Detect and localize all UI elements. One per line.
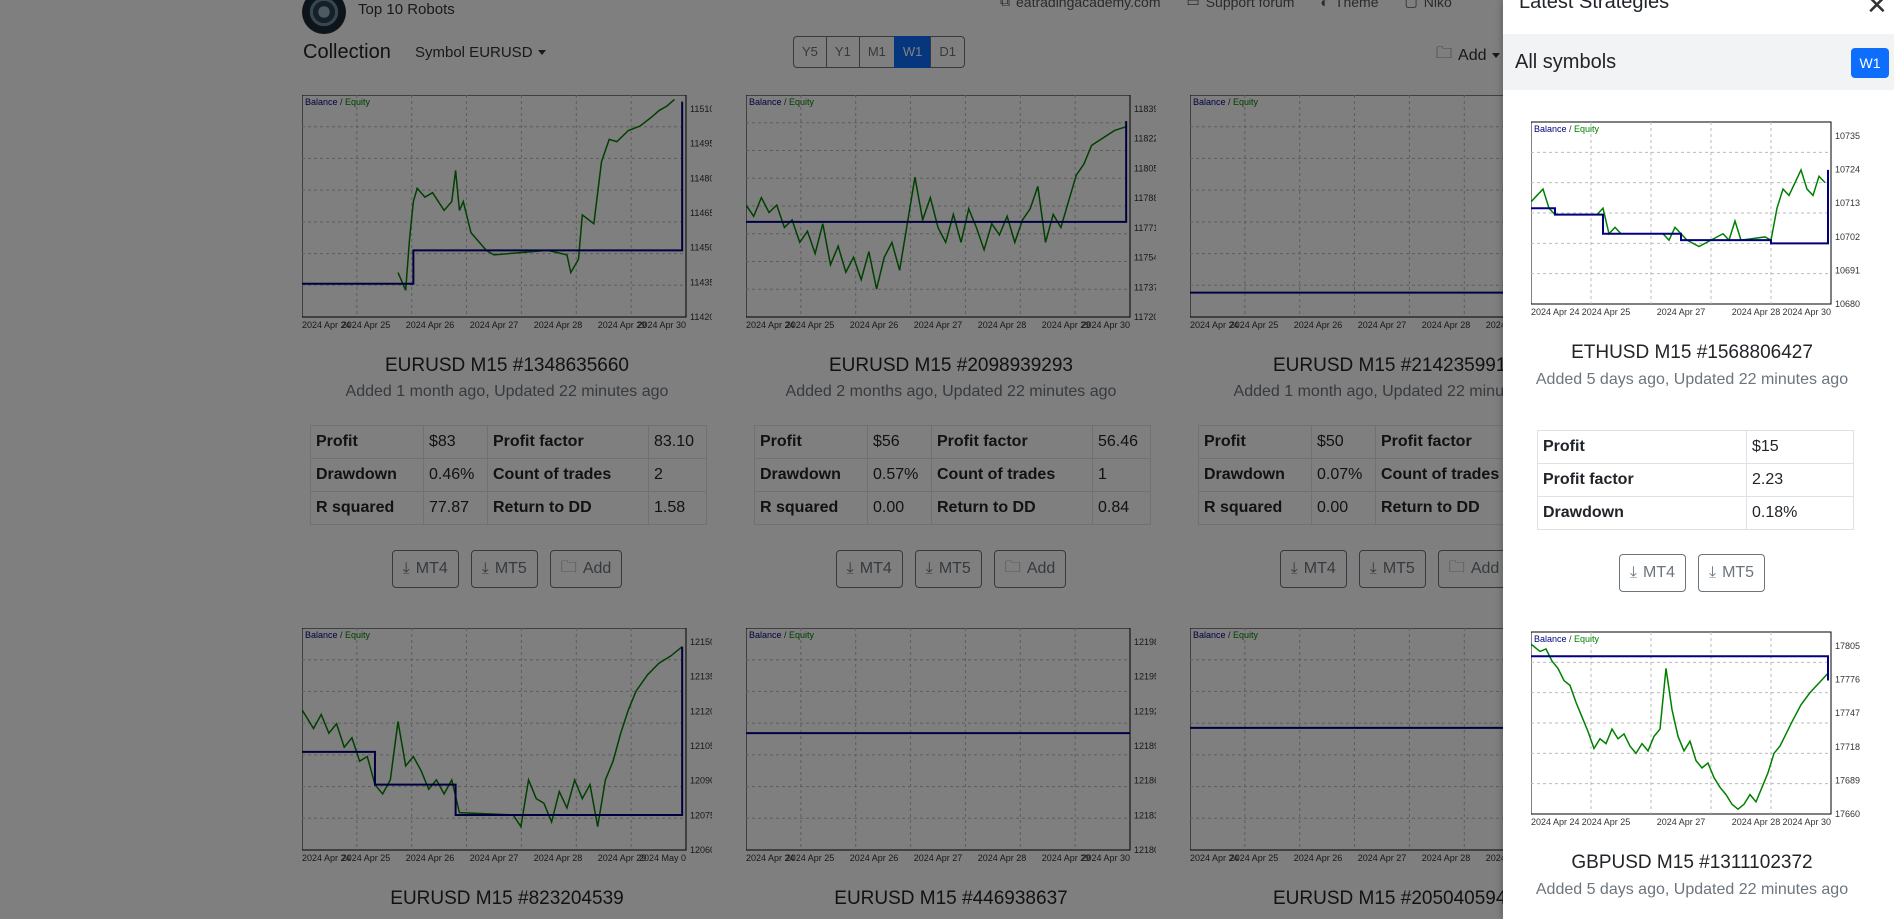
x-tick-label: 2024 Apr 28 — [1732, 307, 1781, 317]
y-tick-label: 17718 — [1835, 742, 1860, 752]
x-tick-label: 2024 Apr 24 — [1531, 817, 1580, 827]
y-tick-label: 10691 — [1835, 265, 1860, 275]
download-icon: ⤓ — [1629, 564, 1637, 581]
y-tick-label: 10735 — [1835, 131, 1860, 141]
y-tick-label: 17747 — [1835, 708, 1860, 718]
download-icon: ⤓ — [1709, 564, 1717, 581]
mt4-label: MT4 — [1643, 564, 1675, 581]
mt5-label: MT5 — [1722, 564, 1755, 581]
stats-table: Profit $15 Profit factor 2.23 Drawdown 0.18% — [1537, 430, 1854, 530]
panel-strategy-card: 10735 10724 10713 10702 10691 10680 2024 Apr 2… — [1527, 120, 1860, 592]
y-tick-label: 10724 — [1835, 165, 1860, 175]
stat-value-profit: $15 — [1746, 430, 1854, 464]
x-tick-label: 2024 Apr 30 — [1782, 817, 1831, 827]
panel-title: Latest Strategies — [1519, 0, 1670, 13]
y-tick-label: 17805 — [1835, 641, 1860, 651]
stat-label-drawdown: Drawdown — [1537, 496, 1747, 530]
legend-equity: Equity — [1574, 634, 1600, 644]
y-tick-label: 17776 — [1835, 675, 1860, 685]
balance-equity-chart: 17805 17776 17747 17718 17689 17660 2024 Apr 2… — [1531, 631, 1860, 827]
mt5-button[interactable]: ⤓ MT5 — [1698, 554, 1766, 592]
strategy-title[interactable]: GBPUSD M15 #1311102372 — [1527, 852, 1857, 874]
balance-equity-chart: 10735 10724 10713 10702 10691 10680 2024 Apr 2… — [1531, 121, 1860, 317]
legend-balance: Balance — [1534, 634, 1567, 644]
strategy-subtitle: Added 5 days ago, Updated 22 minutes ago — [1535, 371, 1849, 388]
chart-legend: Balance / Equity — [1534, 124, 1600, 134]
stat-value-profit_factor: 2.23 — [1746, 463, 1854, 497]
x-tick-label: 2024 Apr 25 — [1582, 817, 1631, 827]
legend-separator: / — [1567, 634, 1575, 644]
panel-strategy-card: 17805 17776 17747 17718 17689 17660 2024 Apr 2… — [1527, 630, 1860, 919]
stat-label-profit_factor: Profit factor — [1537, 463, 1747, 497]
chart-legend: Balance / Equity — [1534, 634, 1600, 644]
symbol-filter-label: All symbols — [1515, 51, 1617, 73]
strategy-title[interactable]: ETHUSD M15 #1568806427 — [1527, 342, 1857, 364]
y-tick-label: 10702 — [1835, 232, 1860, 242]
x-tick-label: 2024 Apr 27 — [1657, 307, 1706, 317]
modal-backdrop[interactable] — [0, 0, 1503, 919]
y-tick-label: 17689 — [1835, 775, 1860, 785]
legend-balance: Balance — [1534, 124, 1567, 134]
legend-equity: Equity — [1574, 124, 1600, 134]
stats-row: Profit $15 — [1537, 430, 1854, 464]
legend-separator: / — [1567, 124, 1575, 134]
latest-strategies-panel: Latest Strategies ✕ All symbols W1 10735… — [1503, 0, 1894, 919]
x-tick-label: 2024 Apr 27 — [1657, 817, 1706, 827]
card-actions: ⤓ MT4 ⤓ MT5 — [1527, 554, 1857, 592]
y-tick-label: 10713 — [1835, 198, 1860, 208]
x-tick-label: 2024 Apr 30 — [1782, 307, 1831, 317]
x-tick-label: 2024 Apr 24 — [1531, 307, 1580, 317]
stat-value-drawdown: 0.18% — [1746, 496, 1854, 530]
timeframe-badge[interactable]: W1 — [1851, 48, 1889, 78]
y-tick-label: 10680 — [1835, 299, 1860, 309]
close-icon[interactable]: ✕ — [1866, 0, 1888, 18]
x-tick-label: 2024 Apr 25 — [1582, 307, 1631, 317]
y-tick-label: 17660 — [1835, 809, 1860, 819]
stats-row: Drawdown 0.18% — [1537, 496, 1854, 530]
strategy-subtitle: Added 5 days ago, Updated 22 minutes ago — [1535, 881, 1849, 898]
stat-label-profit: Profit — [1537, 430, 1747, 464]
stats-row: Profit factor 2.23 — [1537, 463, 1854, 497]
panel-filter-bar: All symbols W1 — [1503, 34, 1894, 90]
mt4-button[interactable]: ⤓ MT4 — [1618, 554, 1686, 592]
x-tick-label: 2024 Apr 28 — [1732, 817, 1781, 827]
